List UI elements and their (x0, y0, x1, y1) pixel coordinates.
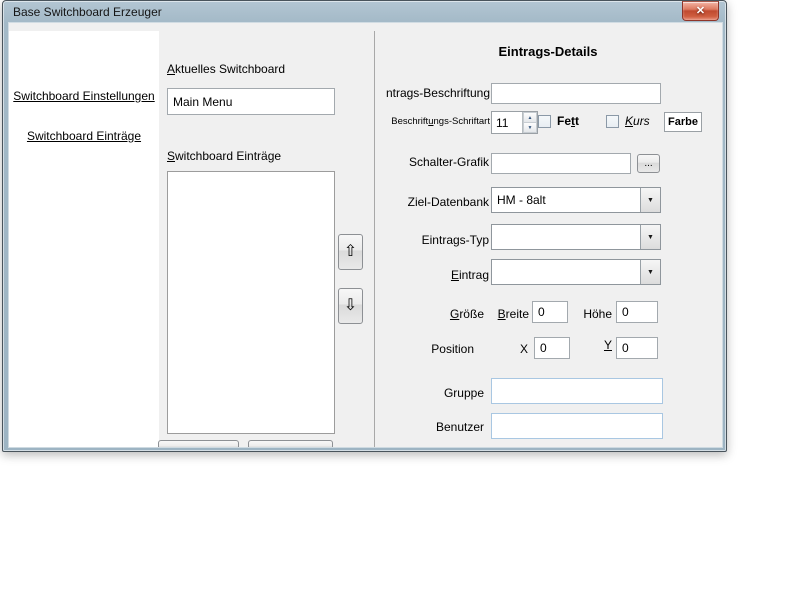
entry-type-combo[interactable]: ▼ (491, 224, 661, 250)
list-action-button-1[interactable] (158, 440, 239, 447)
close-button[interactable]: ✕ (682, 1, 719, 21)
entry-value (492, 260, 640, 284)
move-up-button[interactable]: ⇧ (338, 234, 363, 270)
spin-down-icon: ▼ (528, 125, 533, 131)
entry-label: Eintrag (389, 268, 489, 282)
position-label: Position (429, 342, 474, 356)
list-action-button-2[interactable] (248, 440, 333, 447)
titlebar[interactable]: Base Switchboard Erzeuger ✕ (3, 1, 726, 23)
chevron-down-icon: ▼ (647, 197, 654, 204)
switchboard-dialog: Base Switchboard Erzeuger ✕ Switchboard … (2, 0, 727, 452)
arrow-down-icon: ⇩ (344, 298, 357, 314)
bold-checkbox[interactable] (538, 115, 551, 128)
caption-font-label: Beschriftungs-Schriftart (365, 116, 490, 127)
x-input[interactable] (534, 337, 570, 359)
desktop: Base Switchboard Erzeuger ✕ Switchboard … (0, 0, 800, 600)
dropdown-button[interactable]: ▼ (640, 225, 660, 249)
entry-combo[interactable]: ▼ (491, 259, 661, 285)
user-label: Benutzer (429, 420, 484, 434)
window-title: Base Switchboard Erzeuger (13, 5, 162, 19)
nav-link-switchboard-eintraege[interactable]: Switchboard Einträge (9, 129, 159, 143)
height-label: Höhe (579, 307, 612, 321)
target-database-label: Ziel-Datenbank (389, 195, 489, 209)
spin-buttons: ▲ ▼ (522, 112, 537, 133)
dropdown-button[interactable]: ▼ (640, 260, 660, 284)
target-database-value: HM - 8alt (492, 188, 640, 212)
current-switchboard-label: Aktuelles Switchboard (167, 62, 285, 76)
font-size-input[interactable] (492, 112, 522, 133)
entry-caption-label: ntrags-Beschriftung (369, 86, 490, 100)
chevron-down-icon: ▼ (647, 234, 654, 241)
switchboard-entries-label: Switchboard Einträge (167, 149, 281, 163)
italic-checkbox[interactable] (606, 115, 619, 128)
bold-label: Fett (557, 114, 579, 128)
entry-type-label: Eintrags-Typ (389, 233, 489, 247)
group-label: Gruppe (429, 386, 484, 400)
dialog-client-area: Switchboard Einstellungen Switchboard Ei… (9, 23, 722, 447)
x-label: X (514, 342, 528, 356)
switchboard-entries-listbox[interactable] (167, 171, 335, 434)
close-icon: ✕ (696, 5, 705, 17)
chevron-down-icon: ▼ (647, 269, 654, 276)
width-label: Breite (494, 307, 529, 321)
group-input[interactable] (491, 378, 663, 404)
y-label: Y (600, 338, 612, 352)
height-input[interactable] (616, 301, 658, 323)
size-label: Größe (439, 307, 484, 321)
move-down-button[interactable]: ⇩ (338, 288, 363, 324)
nav-panel: Switchboard Einstellungen Switchboard Ei… (9, 31, 159, 447)
ellipsis-icon: ... (644, 158, 652, 169)
font-size-spinner: ▲ ▼ (491, 111, 538, 134)
button-graphic-label: Schalter-Grafik (389, 155, 489, 169)
button-graphic-input[interactable] (491, 153, 631, 174)
details-header: Eintrags-Details (374, 44, 722, 59)
width-input[interactable] (532, 301, 568, 323)
italic-label: Kurs (625, 114, 650, 128)
arrow-up-icon: ⇧ (344, 244, 357, 260)
entry-type-value (492, 225, 640, 249)
nav-link-switchboard-einstellungen[interactable]: Switchboard Einstellungen (9, 89, 159, 103)
current-switchboard-input[interactable] (167, 88, 335, 115)
entry-caption-input[interactable] (491, 83, 661, 104)
spin-down-button[interactable]: ▼ (523, 122, 537, 133)
spin-up-button[interactable]: ▲ (523, 112, 537, 122)
target-database-combo[interactable]: HM - 8alt ▼ (491, 187, 661, 213)
browse-button[interactable]: ... (637, 154, 660, 173)
dropdown-button[interactable]: ▼ (640, 188, 660, 212)
y-input[interactable] (616, 337, 658, 359)
color-button[interactable]: Farbe (664, 112, 702, 132)
spin-up-icon: ▲ (528, 115, 533, 121)
user-input[interactable] (491, 413, 663, 439)
